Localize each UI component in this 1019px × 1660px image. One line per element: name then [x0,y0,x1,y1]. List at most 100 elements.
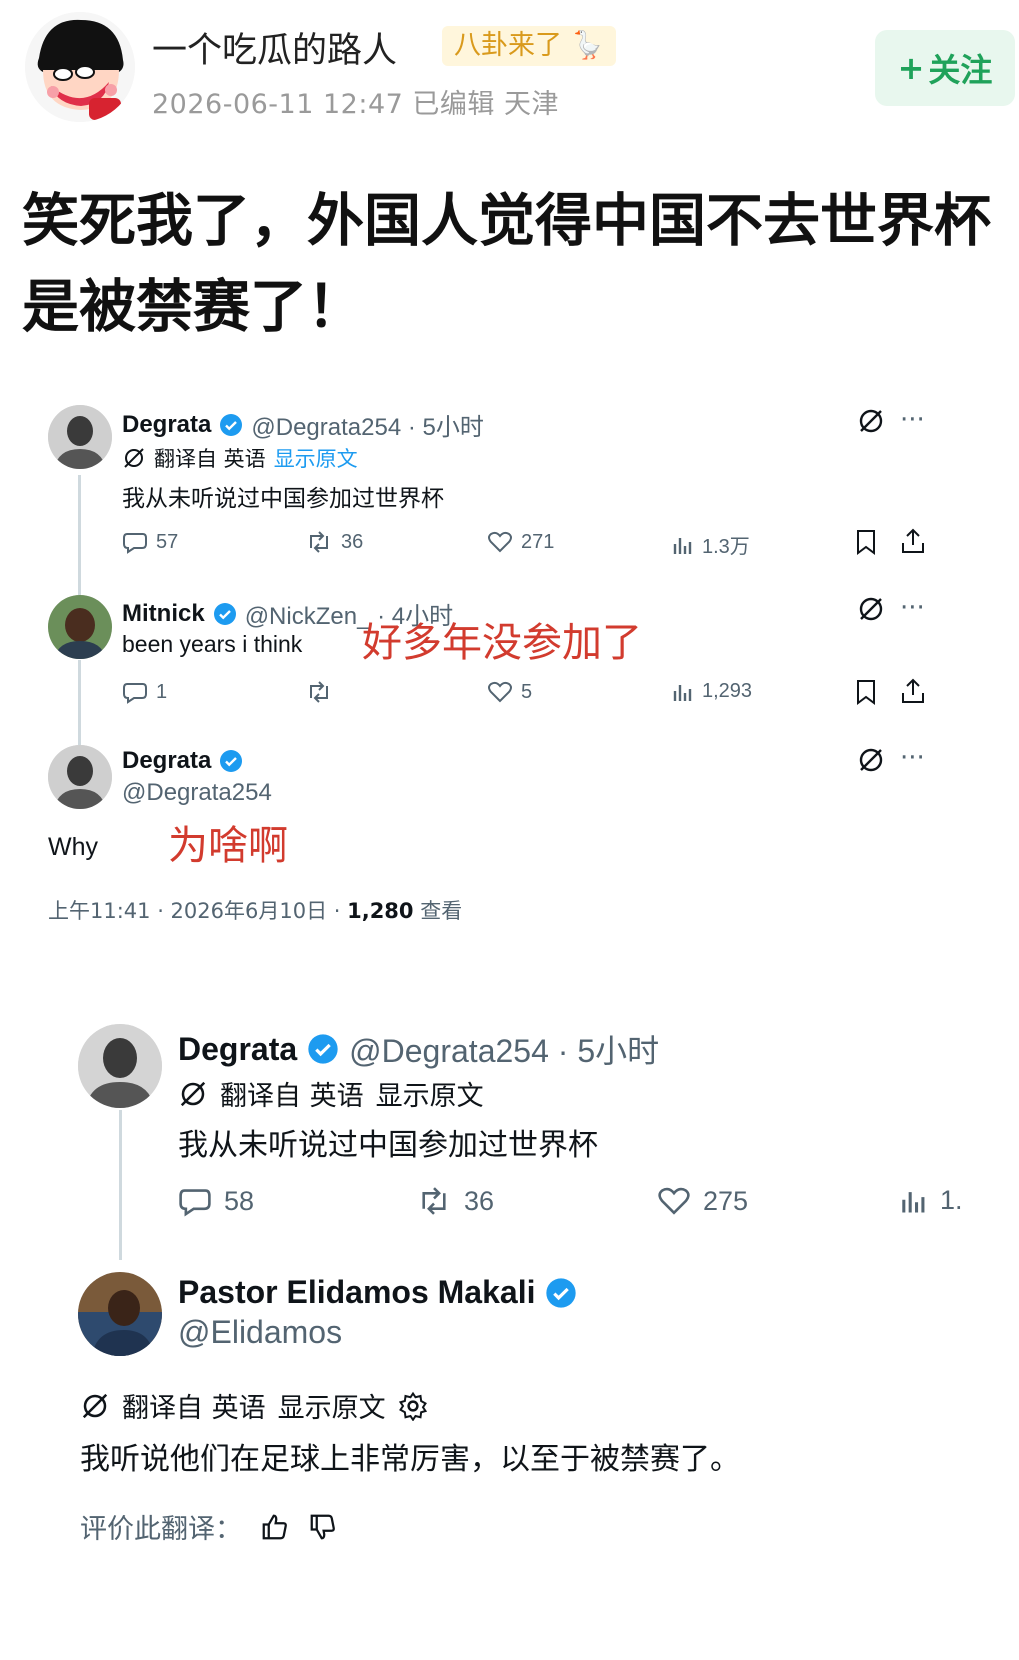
views-button[interactable]: 1. [900,1185,963,1216]
heart-icon [488,681,512,703]
thumbs-down-icon[interactable] [308,1512,338,1542]
translated-from-label: 翻译自 英语 [154,447,266,471]
like-count: 5 [521,680,533,703]
avatar[interactable] [78,1024,162,1108]
like-count: 271 [521,530,555,553]
user-name[interactable]: Degrata [122,747,211,775]
reply-count: 58 [224,1185,255,1216]
translate-icon [124,448,144,468]
post-title: 笑死我了，外国人觉得中国不去世界杯是被禁赛了！ [22,188,991,340]
verified-badge-icon [546,1277,577,1308]
translate-icon [180,1081,206,1106]
tweet-text: 我从未听说过中国参加过世界杯 [122,485,444,511]
like-button[interactable]: 5 [487,680,532,704]
more-icon[interactable]: ··· [900,743,925,773]
bookmark-icon[interactable] [855,529,877,555]
views-count: 1,293 [702,680,753,702]
tweet-screenshot-1: Degrata @Degrata254 · 5小时 ··· 翻译自 英语 显示原… [0,395,1019,935]
show-original-link[interactable]: 显示原文 [376,1074,484,1113]
reply-button[interactable]: 57 [122,530,178,554]
verified-badge-icon [308,1034,338,1064]
user-handle[interactable]: @Elidamos [178,1314,342,1351]
show-original-link[interactable]: 显示原文 [274,443,358,473]
user-name[interactable]: Degrata [122,411,211,439]
user-name[interactable]: Degrata [178,1031,297,1068]
thread-line [78,660,81,745]
grok-icon[interactable] [857,746,885,778]
thread-line [78,475,81,595]
retweet-icon [310,531,328,553]
views-button[interactable]: 1,293 [672,680,752,703]
user-handle[interactable]: @Degrata254 [122,779,272,807]
more-icon[interactable]: ··· [900,593,925,623]
retweet-button[interactable]: 36 [305,530,363,554]
avatar[interactable] [48,405,112,469]
tweet-timestamp: 上午11:41 · 2026年6月10日 · 1,280 查看 [48,895,462,925]
views-icon [673,537,692,554]
translated-from-label: 翻译自 英语 [122,1393,266,1424]
grok-icon[interactable] [857,407,885,439]
user-name[interactable]: Pastor Elidamos Makali [178,1274,535,1311]
avatar[interactable] [78,1272,162,1356]
topic-tag[interactable]: 八卦来了 🪿 [442,26,617,66]
more-icon[interactable]: ··· [900,405,925,435]
author-name[interactable]: 一个吃瓜的路人 [152,22,397,73]
post-meta: 2026-06-11 12:47 已编辑 天津 [152,89,559,120]
tweet-text: been years i think [122,631,303,657]
reply-button[interactable]: 1 [122,680,167,704]
topic-tag-label: 八卦来了 [454,30,562,61]
views-button[interactable]: 1.3万 [672,530,750,559]
follow-label: 关注 [928,51,993,89]
translation-note: 为啥啊 [168,823,288,869]
reply-icon [123,533,147,554]
tweet-text: 我从未听说过中国参加过世界杯 [178,1128,598,1163]
reply-count: 1 [156,680,168,703]
verified-badge-icon [213,602,236,625]
user-name[interactable]: Mitnick [122,600,205,628]
share-icon[interactable] [900,527,926,555]
avatar[interactable] [48,745,112,809]
avatar[interactable] [48,595,112,659]
translate-icon [82,1393,108,1418]
author-avatar[interactable] [25,12,135,122]
retweet-count: 36 [464,1185,495,1216]
retweet-button[interactable] [305,680,341,704]
views-count: 1.3万 [702,536,750,558]
goose-icon: 🪿 [570,30,605,61]
verified-badge-icon [220,750,243,772]
reply-button[interactable]: 58 [178,1185,254,1217]
views-label: 查看 [413,899,463,923]
reply-count: 57 [156,530,179,553]
reply-icon [123,683,147,704]
translated-from-label: 翻译自 英语 [220,1081,364,1112]
show-original-link[interactable]: 显示原文 [278,1386,386,1425]
thumbs-up-icon[interactable] [260,1512,290,1542]
tweet-text: 我听说他们在足球上非常厉害，以至于被禁赛了。 [80,1442,740,1477]
views-icon [902,1191,925,1212]
like-button[interactable]: 275 [657,1185,748,1217]
heart-icon [658,1187,690,1215]
handle-time[interactable]: @Degrata254 · 5小时 [349,1026,659,1072]
views-count: 1. [940,1185,963,1215]
retweet-count: 36 [341,530,364,553]
tweet-text: Why [48,833,98,861]
follow-button[interactable]: + 关注 [875,30,1015,106]
retweet-button[interactable]: 36 [416,1185,494,1217]
share-icon[interactable] [900,677,926,705]
plus-icon: + [897,49,925,87]
like-count: 275 [703,1185,749,1216]
translation-note: 好多年没参加了 [362,620,642,666]
grok-icon[interactable] [857,595,885,627]
retweet-icon [310,681,328,703]
like-button[interactable]: 271 [487,530,554,554]
tweet-screenshot-2: Degrata @Degrata254 · 5小时 翻译自 英语 显示原文 我从… [0,1010,1019,1660]
handle-time[interactable]: @Degrata254 · 5小时 [251,407,483,442]
heart-icon [488,531,512,553]
bookmark-icon[interactable] [855,679,877,705]
retweet-icon [422,1187,446,1215]
reply-icon [179,1189,211,1217]
rate-translation-label: 评价此翻译： [80,1514,242,1545]
gear-icon[interactable] [398,1391,428,1421]
thread-line [119,1110,122,1260]
views-count: 1,280 [347,899,414,923]
